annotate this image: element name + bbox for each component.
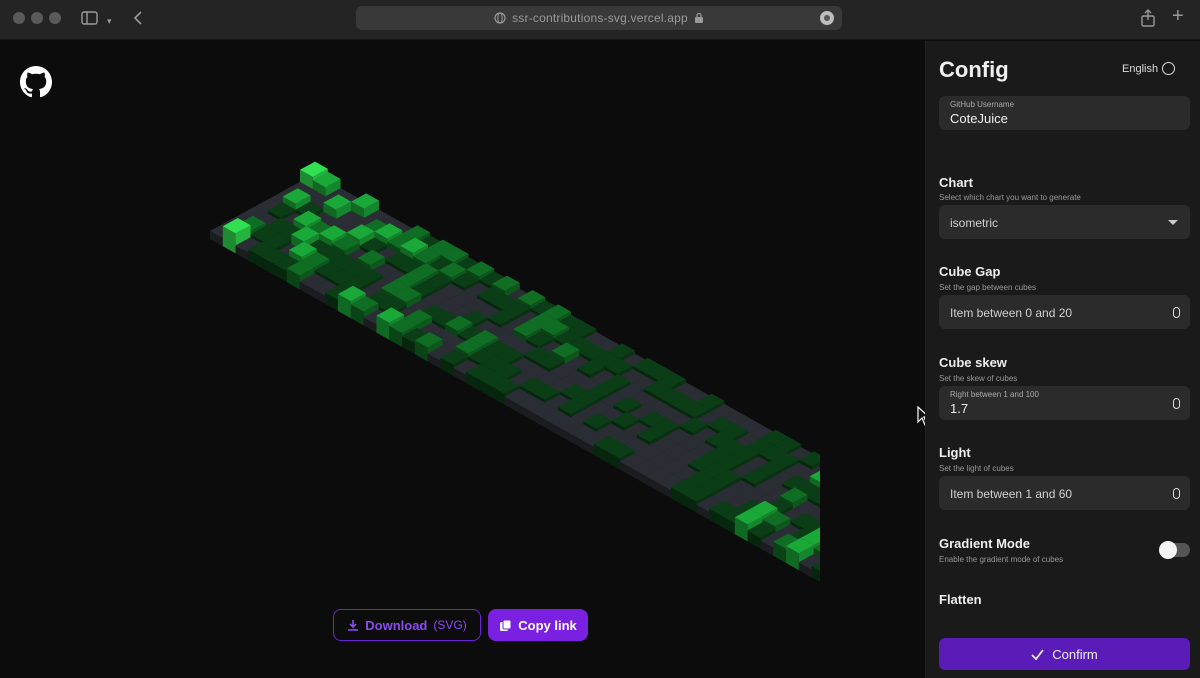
language-switcher[interactable]: English (1122, 62, 1176, 75)
light-description: Set the light of cubes (939, 464, 1014, 473)
sidebar-toggle-icon[interactable] (81, 11, 98, 28)
username-label: GitHub Username (950, 100, 1015, 109)
gradient-mode-toggle[interactable] (1159, 541, 1190, 559)
globe-icon (494, 12, 506, 24)
back-button[interactable] (133, 10, 143, 29)
username-field[interactable]: GitHub Username CoteJuice (939, 96, 1190, 130)
address-text: ssr-contributions-svg.vercel.app (512, 11, 688, 25)
share-icon[interactable] (1141, 9, 1155, 30)
address-bar[interactable]: ssr-contributions-svg.vercel.app (356, 6, 842, 30)
copy-link-label: Copy link (518, 617, 577, 633)
stepper-icon[interactable] (1173, 398, 1180, 409)
copy-icon (500, 619, 512, 631)
username-value: CoteJuice (950, 111, 1008, 126)
cube-skew-label: Right between 1 and 100 (950, 390, 1039, 399)
cube-gap-heading: Cube Gap (939, 264, 1001, 279)
lock-icon (694, 12, 703, 23)
download-format: (SVG) (433, 618, 467, 632)
stepper-icon[interactable] (1173, 307, 1180, 318)
confirm-label: Confirm (1052, 646, 1098, 662)
light-placeholder: Item between 1 and 60 (950, 487, 1073, 501)
cube-skew-description: Set the skew of cubes (939, 374, 1018, 383)
stepper-icon[interactable] (1173, 488, 1180, 499)
chevron-down-icon[interactable]: ▾ (107, 14, 112, 29)
chart-select-value: isometric (950, 216, 999, 230)
flatten-heading: Flatten (939, 592, 982, 607)
cube-gap-input[interactable]: Item between 0 and 20 (939, 295, 1190, 329)
globe-icon (1162, 62, 1176, 75)
preview-area: Download (SVG) Copy link (0, 41, 925, 678)
check-icon (1031, 648, 1044, 660)
extension-icon[interactable] (819, 10, 835, 29)
window-zoom-button[interactable] (49, 12, 61, 24)
gradient-mode-description: Enable the gradient mode of cubes (939, 555, 1064, 564)
download-svg-button[interactable]: Download (SVG) (333, 609, 481, 641)
chart-select[interactable]: isometric (939, 205, 1190, 239)
toggle-knob (1159, 541, 1177, 559)
cube-skew-heading: Cube skew (939, 355, 1007, 370)
window-minimize-button[interactable] (31, 12, 43, 24)
language-label: English (1122, 62, 1159, 75)
gradient-mode-heading: Gradient Mode (939, 536, 1031, 551)
chart-description: Select which chart you want to generate (939, 193, 1081, 202)
cube-skew-input[interactable]: Right between 1 and 100 1.7 (939, 386, 1190, 420)
download-label: Download (365, 617, 428, 633)
cube-skew-value: 1.7 (950, 401, 969, 416)
config-title: Config (939, 57, 1009, 82)
download-icon (348, 620, 359, 631)
confirm-button[interactable]: Confirm (939, 638, 1190, 670)
cube-gap-placeholder: Item between 0 and 20 (950, 306, 1073, 320)
browser-toolbar: ▾ ssr-contributions-svg.vercel.app + (0, 0, 1200, 40)
cube-gap-description: Set the gap between cubes (939, 283, 1036, 292)
config-panel: Config English GitHub Username CoteJuice… (925, 41, 1200, 678)
light-heading: Light (939, 445, 971, 460)
chevron-down-icon (1168, 220, 1178, 225)
window-close-button[interactable] (13, 12, 25, 24)
chart-heading: Chart (939, 175, 973, 190)
new-tab-icon[interactable]: + (1172, 6, 1184, 26)
light-input[interactable]: Item between 1 and 60 (939, 476, 1190, 510)
copy-link-button[interactable]: Copy link (488, 609, 588, 641)
github-icon[interactable] (20, 66, 52, 98)
isometric-contribution-chart (210, 161, 820, 581)
